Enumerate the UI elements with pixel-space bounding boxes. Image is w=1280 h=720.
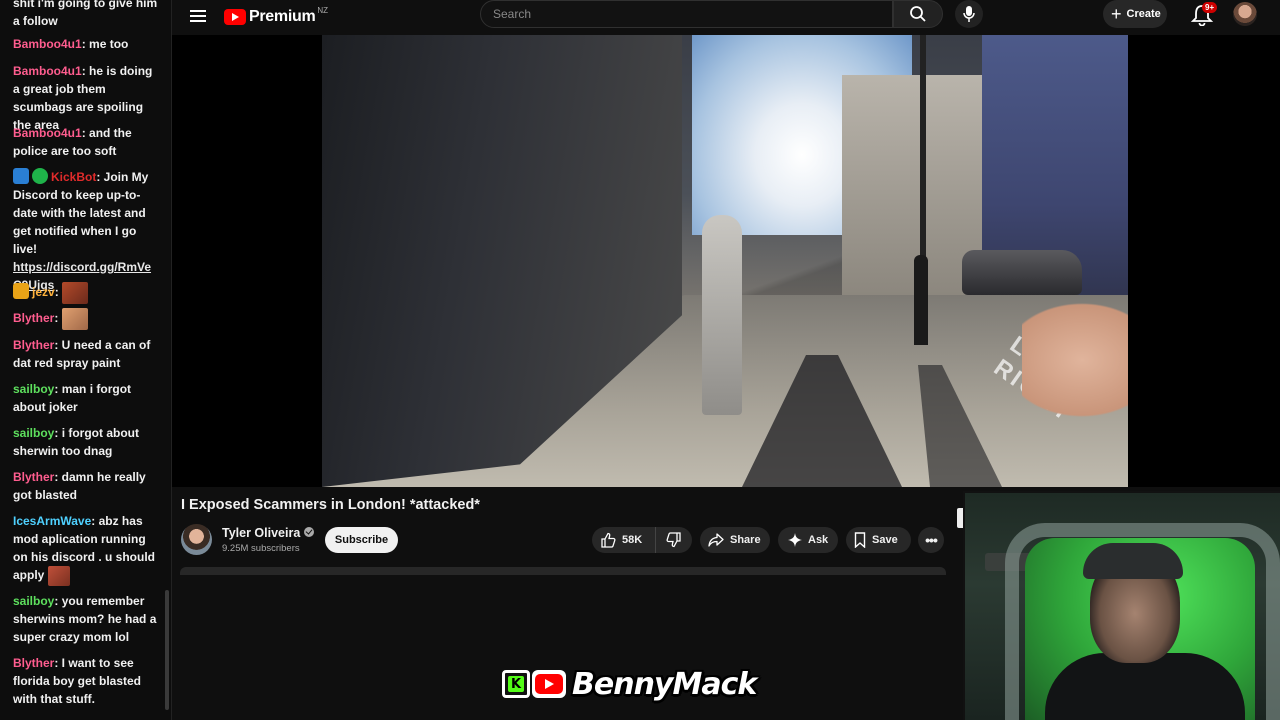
emote-image: [47, 566, 70, 586]
chat-username[interactable]: Bamboo4u1: [13, 64, 82, 78]
share-arrow-icon: [708, 533, 724, 547]
channel-name[interactable]: Tyler Oliveira: [222, 526, 315, 540]
chat-text: :: [54, 285, 59, 300]
search-icon: [910, 6, 926, 22]
crown-badge-icon: [13, 283, 29, 300]
chat-username[interactable]: IcesArmWave: [13, 514, 91, 528]
kick-letter: K: [508, 676, 524, 692]
top-bar: Premium NZ + Create 9+: [172, 0, 1280, 34]
create-button[interactable]: + Create: [1103, 0, 1167, 28]
chat-message: Bamboo4u1: me too: [13, 35, 159, 53]
ask-label: Ask: [808, 534, 829, 546]
video-player[interactable]: LOOK RIGHT: [172, 35, 1280, 487]
chat-username[interactable]: Blyther: [13, 470, 54, 484]
chat-message: Bamboo4u1: and the police are too soft: [13, 124, 159, 160]
chat-message: KickBot: Join My Discord to keep up-to-d…: [13, 168, 159, 294]
chat-message: shit i'm going to give him a follow: [13, 0, 159, 30]
subscriber-count: 9.25M subscribers: [222, 543, 300, 554]
create-label: Create: [1126, 8, 1161, 20]
webcam-overlay: [963, 491, 1280, 720]
sparkle-icon: [788, 533, 802, 547]
like-count: 58K: [622, 534, 643, 546]
logo-region: NZ: [317, 5, 329, 15]
chat-username[interactable]: Blyther: [13, 311, 54, 325]
description-panel[interactable]: [180, 567, 946, 575]
share-button[interactable]: Share: [700, 527, 770, 553]
chat-username[interactable]: sailboy: [13, 382, 54, 396]
logo-text: Premium: [249, 8, 316, 25]
chat-message: Blyther: damn he really got blasted: [13, 468, 159, 504]
search-button[interactable]: [893, 0, 943, 28]
chat-message: IcesArmWave: abz has mod aplication runn…: [13, 512, 159, 586]
subscribe-button[interactable]: Subscribe: [325, 527, 398, 553]
voice-search-button[interactable]: [955, 0, 983, 28]
ask-button[interactable]: Ask: [778, 527, 838, 553]
account-avatar[interactable]: [1233, 2, 1257, 26]
bookmark-icon: [854, 532, 866, 548]
plus-icon: +: [1111, 4, 1122, 24]
dislike-button[interactable]: [656, 532, 692, 548]
streamer-watermark: K BennyMack: [502, 664, 757, 704]
save-label: Save: [872, 534, 898, 546]
chat-message: jezv:: [13, 282, 159, 304]
chat-text: shit i'm going to give him a follow: [13, 0, 158, 28]
chat-username[interactable]: KickBot: [51, 170, 96, 184]
share-label: Share: [730, 534, 761, 546]
more-options-icon[interactable]: •••: [918, 527, 944, 553]
chat-text: : me too: [81, 37, 129, 51]
like-dislike-group: 58K: [592, 527, 692, 553]
video-frame: LOOK RIGHT: [322, 35, 1128, 487]
search-box: [480, 0, 893, 28]
microphone-icon: [963, 6, 975, 22]
kick-logo-icon: K: [502, 670, 530, 698]
chat-message: sailboy: i forgot about sherwin too dnag: [13, 424, 159, 460]
youtube-premium-logo[interactable]: Premium NZ: [224, 6, 328, 28]
verified-badge-icon: [32, 168, 48, 184]
chat-username[interactable]: sailboy: [13, 426, 54, 440]
chat-message: sailboy: you remember sherwins mom? he h…: [13, 592, 159, 646]
chat-scrollbar[interactable]: [165, 590, 169, 710]
search-input[interactable]: [481, 1, 892, 27]
emote-image: [61, 308, 88, 330]
youtube-play-icon: [224, 9, 246, 25]
save-button[interactable]: Save: [846, 527, 911, 553]
chat-panel: shit i'm going to give him a follow Bamb…: [0, 0, 172, 720]
chat-username[interactable]: Blyther: [13, 656, 54, 670]
thumbs-up-icon: [601, 532, 616, 548]
chat-message: Blyther:: [13, 308, 159, 330]
chat-message: Blyther: U need a can of dat red spray p…: [13, 336, 159, 372]
like-button[interactable]: 58K: [592, 527, 656, 553]
chat-username[interactable]: Bamboo4u1: [13, 126, 82, 140]
chat-username[interactable]: jezv: [32, 285, 55, 299]
chat-text: :: [54, 311, 59, 326]
notification-count-badge: 9+: [1202, 2, 1218, 13]
verified-check-icon: [304, 527, 315, 537]
chat-message: Blyther: I want to see florida boy get b…: [13, 654, 159, 708]
moderator-badge-icon: [13, 168, 29, 184]
streamer-name: BennyMack: [572, 666, 757, 702]
menu-icon[interactable]: [188, 7, 208, 27]
emote-image: [62, 282, 89, 304]
thumbs-down-icon: [666, 532, 681, 548]
video-title: I Exposed Scammers in London! *attacked*: [181, 497, 480, 513]
chat-username[interactable]: sailboy: [13, 594, 54, 608]
chat-username[interactable]: Bamboo4u1: [13, 37, 82, 51]
chat-message: sailboy: man i forgot about joker: [13, 380, 159, 416]
youtube-logo-icon: [532, 670, 566, 698]
chat-username[interactable]: Blyther: [13, 338, 54, 352]
channel-avatar[interactable]: [181, 524, 212, 555]
channel-name-text: Tyler Oliveira: [222, 526, 301, 540]
